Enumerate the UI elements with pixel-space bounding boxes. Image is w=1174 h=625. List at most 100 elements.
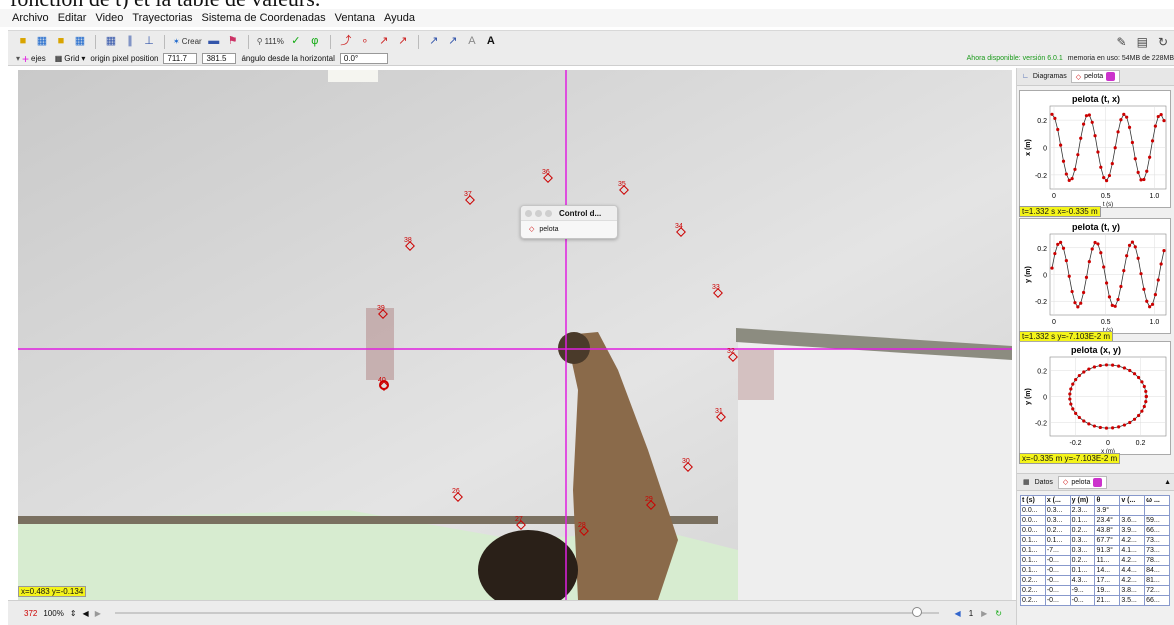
- data-point[interactable]: [1077, 415, 1081, 420]
- data-point[interactable]: [1122, 366, 1127, 370]
- table-row[interactable]: 0.0... 0.3... 0.1... 23.4° 3.6... 59...: [1020, 515, 1170, 526]
- data-point[interactable]: [1156, 114, 1160, 119]
- open-video-icon[interactable]: ■: [54, 35, 68, 49]
- data-point[interactable]: [1087, 260, 1091, 264]
- column-header[interactable]: y (m): [1069, 495, 1096, 506]
- plot-t-y[interactable]: pelota (t, y)0.20-0.200.51.0y (m)t (s): [1019, 218, 1171, 334]
- data-point[interactable]: [1068, 392, 1072, 396]
- data-point[interactable]: [1122, 423, 1127, 427]
- data-point[interactable]: [1140, 380, 1144, 384]
- data-point[interactable]: [1104, 363, 1109, 367]
- menu-ayuda[interactable]: Ayuda: [384, 12, 415, 24]
- data-point[interactable]: [1159, 262, 1163, 266]
- open-file-icon[interactable]: ■: [16, 35, 30, 49]
- window-close-button[interactable]: [525, 209, 532, 217]
- video-viewer[interactable]: 26 27 28 29 30 31 32 33 34 35 36 37 38 39 40 x=0.483 y…: [18, 70, 1012, 600]
- data-point[interactable]: [1092, 365, 1097, 369]
- path-icon[interactable]: ⤴: [339, 35, 353, 49]
- data-point[interactable]: [1136, 256, 1140, 260]
- data-point[interactable]: [1074, 378, 1078, 382]
- acceleration-icon[interactable]: ↗: [396, 35, 410, 49]
- data-point[interactable]: [1053, 116, 1057, 120]
- points-icon[interactable]: ∘: [358, 35, 372, 49]
- data-point[interactable]: [1130, 240, 1135, 244]
- velocity-icon[interactable]: ↗: [377, 35, 391, 49]
- pencil-icon[interactable]: ✎: [1117, 35, 1127, 49]
- data-point[interactable]: [1137, 375, 1141, 380]
- table-row[interactable]: 0.2... -0... -0... 21... 3.5... 66...: [1020, 595, 1170, 606]
- menu-sistema-coordenadas[interactable]: Sistema de Coordenadas: [201, 12, 325, 24]
- data-point[interactable]: [1096, 150, 1100, 154]
- data-point[interactable]: [1139, 272, 1143, 276]
- data-point[interactable]: [1133, 245, 1137, 249]
- column-header[interactable]: t (s): [1020, 495, 1046, 506]
- data-point[interactable]: [1145, 169, 1149, 173]
- clip-settings-icon[interactable]: ▦: [104, 35, 118, 49]
- data-point[interactable]: [1082, 370, 1086, 374]
- data-point[interactable]: [1122, 269, 1126, 273]
- plot-x-y[interactable]: pelota (x, y) 0.2 0 -0.2 -0.2 0 0.2 y (m) x (m): [1019, 341, 1171, 455]
- data-point[interactable]: [1153, 124, 1157, 128]
- table-row[interactable]: 0.2... -0... 4.3... 17... 4.2... 81...: [1020, 575, 1170, 586]
- data-point[interactable]: [1104, 179, 1109, 183]
- tab-datos[interactable]: Datos: [1035, 479, 1053, 486]
- data-point[interactable]: [1056, 242, 1060, 246]
- data-point[interactable]: [1079, 301, 1083, 305]
- track-pelota-button[interactable]: ◇ pelota: [521, 221, 617, 237]
- data-point[interactable]: [1102, 265, 1106, 269]
- data-point[interactable]: [1102, 176, 1106, 180]
- data-point[interactable]: [1132, 417, 1137, 421]
- menu-archivo[interactable]: Archivo: [12, 12, 49, 24]
- data-point[interactable]: [1159, 112, 1163, 117]
- data-point[interactable]: [1050, 112, 1054, 116]
- data-point[interactable]: [1144, 399, 1148, 404]
- data-point[interactable]: [1098, 425, 1102, 430]
- phi-icon[interactable]: φ: [308, 35, 322, 49]
- zoom-level[interactable]: 100%: [43, 609, 63, 618]
- data-point[interactable]: [1132, 372, 1137, 376]
- data-point[interactable]: [1053, 252, 1057, 256]
- data-point[interactable]: [1117, 364, 1121, 368]
- data-point[interactable]: [1139, 178, 1143, 182]
- track-control-icon[interactable]: ⚑: [226, 35, 240, 49]
- data-point[interactable]: [1122, 112, 1126, 117]
- menu-trayectorias[interactable]: Trayectorias: [132, 12, 192, 24]
- font-large-icon[interactable]: A: [484, 35, 498, 49]
- data-point[interactable]: [1104, 426, 1109, 430]
- data-point[interactable]: [1128, 420, 1132, 425]
- update-available-link[interactable]: Ahora disponible: versión 6.0.1: [967, 55, 1063, 62]
- stepper-icon[interactable]: ⇕: [70, 609, 77, 618]
- data-point[interactable]: [1113, 146, 1117, 150]
- data-point[interactable]: [1067, 178, 1071, 182]
- menu-video[interactable]: Video: [95, 12, 123, 24]
- data-point[interactable]: [1111, 363, 1115, 367]
- data-point[interactable]: [1162, 249, 1166, 253]
- data-point[interactable]: [1061, 246, 1066, 250]
- origin-x-field[interactable]: 711.7: [163, 53, 198, 64]
- data-point[interactable]: [1107, 295, 1112, 299]
- autotracker-icon[interactable]: ✓: [289, 35, 303, 49]
- data-point[interactable]: [1084, 275, 1089, 280]
- zoom-button[interactable]: ⚲ 111%: [257, 37, 284, 46]
- data-point[interactable]: [1079, 136, 1083, 140]
- data-point[interactable]: [1099, 251, 1103, 255]
- data-point[interactable]: [1059, 143, 1063, 147]
- table-row[interactable]: 0.0... 0.2... 0.2... 43.8° 3.9... 66...: [1020, 525, 1170, 536]
- notes-icon[interactable]: ▤: [1137, 35, 1148, 49]
- data-point[interactable]: [1064, 258, 1068, 263]
- data-point[interactable]: [1087, 113, 1091, 117]
- tab-diagramas[interactable]: Diagramas: [1033, 73, 1067, 80]
- data-point[interactable]: [1128, 368, 1132, 373]
- data-point[interactable]: [1144, 389, 1148, 394]
- data-point[interactable]: [1153, 293, 1157, 297]
- data-point[interactable]: [1130, 140, 1135, 145]
- grid-dropdown[interactable]: ▦ Grid ▾: [55, 54, 86, 63]
- data-point[interactable]: [1145, 299, 1149, 303]
- axes-icon[interactable]: ⊥: [142, 35, 156, 49]
- data-point[interactable]: [1110, 303, 1114, 307]
- font-small-icon[interactable]: A: [465, 35, 479, 49]
- axes-toggle[interactable]: ▾ + ejes: [16, 53, 46, 65]
- table-row[interactable]: 0.1... -7... 0.3... 91.3° 4.1... 73...: [1020, 545, 1170, 556]
- data-point[interactable]: [1077, 373, 1081, 378]
- data-point[interactable]: [1081, 290, 1086, 295]
